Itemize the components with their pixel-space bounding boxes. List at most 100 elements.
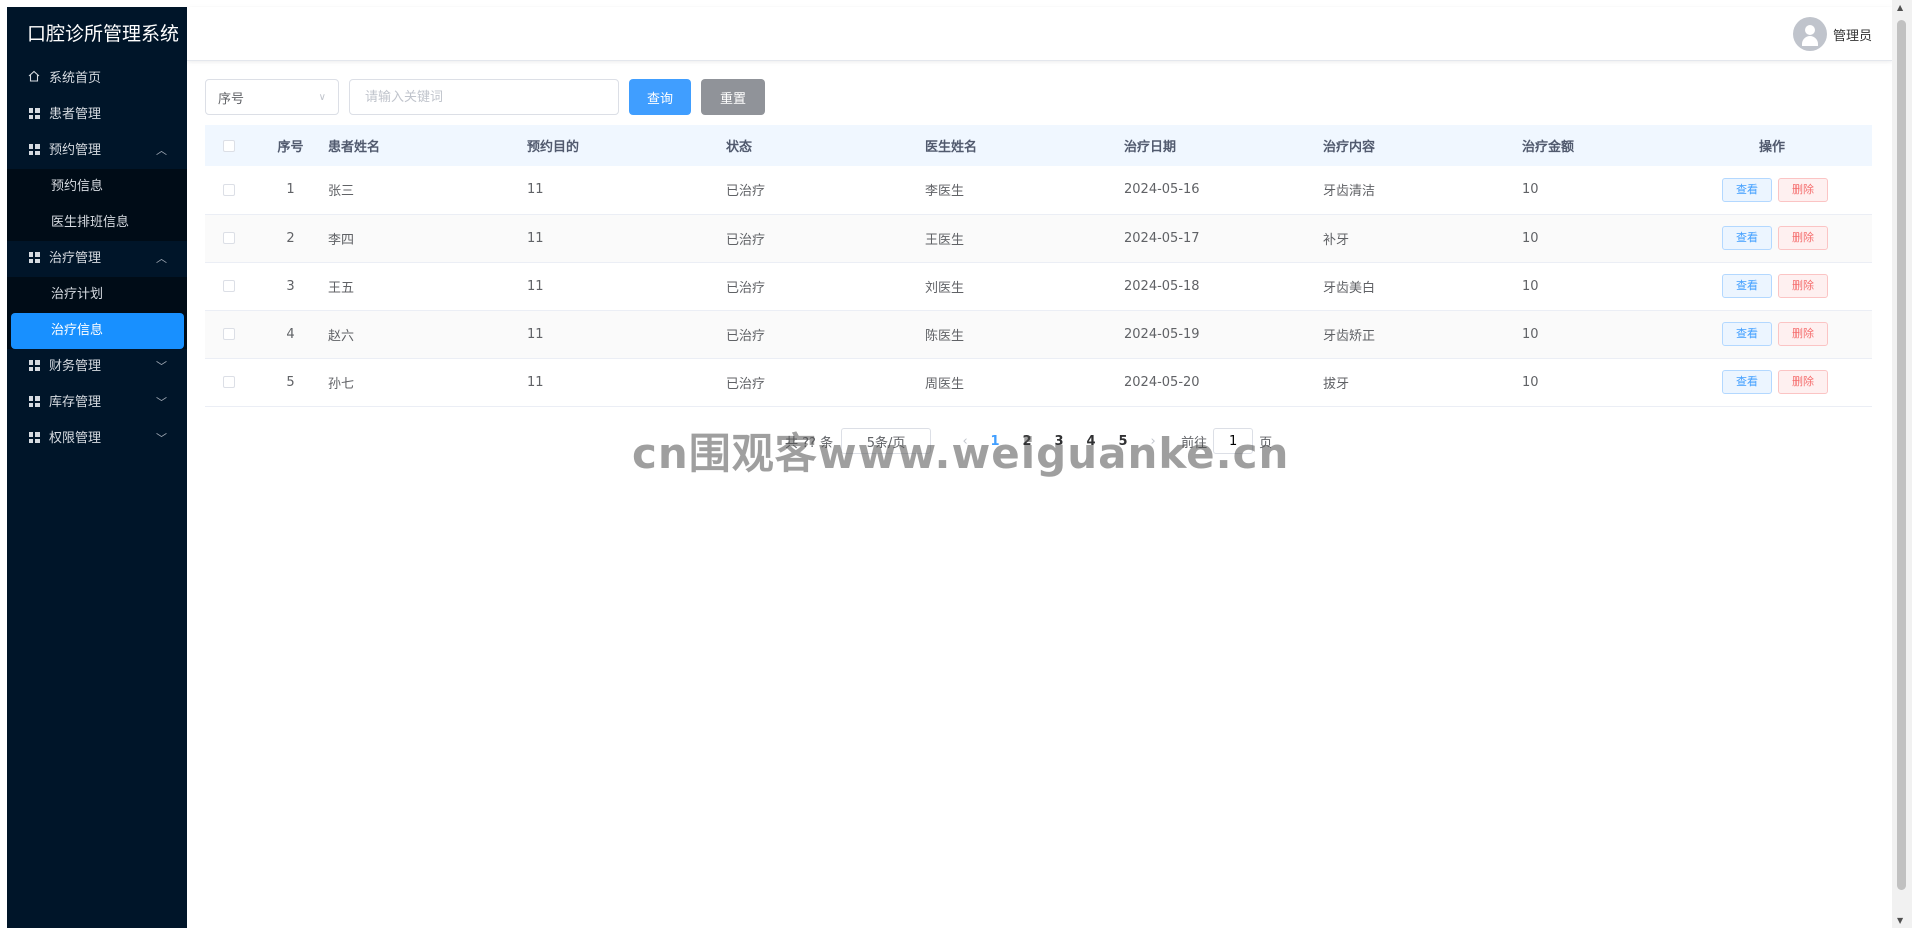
page-scrollbar[interactable]: ▲ ▼ (1892, 0, 1912, 928)
cell-purpose: 11 (527, 278, 544, 294)
select-value: 序号 (218, 91, 245, 107)
cell-doctor: 周医生 (925, 376, 965, 392)
main-content: 序号 ∨ 查询 重置 序号 患者姓名 预约目的 状态 医生姓名 治疗日期 治疗内… (205, 78, 1872, 454)
sidebar-item-label: 治疗管理 (49, 251, 102, 266)
scroll-up-icon[interactable]: ▲ (1897, 3, 1903, 12)
cell-actions: 查看 删除 (1672, 262, 1872, 310)
reset-button[interactable]: 重置 (701, 79, 765, 115)
treatment-table: 序号 患者姓名 预约目的 状态 医生姓名 治疗日期 治疗内容 治疗金额 操作 1… (205, 125, 1872, 407)
table-row: 2 李四 11 已治疗 王医生 2024-05-17 补牙 10 查看 删除 (205, 214, 1872, 262)
row-checkbox[interactable] (205, 214, 253, 262)
chevron-down-icon: ﹀ (156, 432, 167, 445)
submenu-appointments: 预约信息 医生排班信息 (7, 169, 187, 241)
cell-doctor: 陈医生 (925, 328, 965, 344)
cell-id: 1 (286, 182, 295, 198)
cell-status: 已治疗 (726, 184, 766, 200)
delete-button[interactable]: 删除 (1778, 226, 1828, 250)
sidebar-item-appointment-info[interactable]: 预约信息 (7, 169, 187, 205)
row-checkbox[interactable] (205, 310, 253, 358)
cell-actions: 查看 删除 (1672, 214, 1872, 262)
delete-button[interactable]: 删除 (1778, 322, 1828, 346)
cell-date: 2024-05-19 (1124, 326, 1200, 342)
app-title: 口腔诊所管理系统 (27, 23, 180, 45)
view-button[interactable]: 查看 (1722, 177, 1772, 202)
cell-id: 4 (286, 326, 295, 342)
cell-patient: 李四 (328, 232, 355, 248)
delete-button[interactable]: 删除 (1778, 370, 1828, 394)
column-header: 患者姓名 (328, 140, 381, 155)
view-button[interactable]: 查看 (1722, 322, 1772, 346)
cell-date: 2024-05-17 (1124, 230, 1200, 246)
sidebar-item-label: 库存管理 (49, 395, 102, 410)
cell-doctor: 刘医生 (925, 280, 965, 296)
grid-icon (27, 241, 41, 277)
cell-id: 3 (286, 278, 295, 294)
cell-doctor: 李医生 (925, 184, 965, 200)
select-all-checkbox[interactable] (205, 125, 253, 166)
cell-content: 牙齿美白 (1323, 280, 1376, 296)
cell-amount: 10 (1522, 374, 1539, 390)
sidebar-item-label: 财务管理 (49, 359, 102, 374)
view-button[interactable]: 查看 (1722, 274, 1772, 298)
grid-icon (27, 421, 41, 457)
watermark: cn围观客www.weiguanke.cn (632, 429, 1290, 478)
row-checkbox[interactable] (205, 262, 253, 310)
cell-purpose: 11 (527, 182, 544, 198)
cell-actions: 查看 删除 (1672, 310, 1872, 358)
column-header: 操作 (1758, 140, 1785, 155)
column-header: 序号 (277, 140, 304, 155)
scrollbar-thumb[interactable] (1897, 20, 1906, 890)
table-row: 4 赵六 11 已治疗 陈医生 2024-05-19 牙齿矫正 10 查看 删除 (205, 310, 1872, 358)
sidebar-item-finance[interactable]: 财务管理 ﹀ (7, 349, 187, 385)
cell-actions: 查看 删除 (1672, 358, 1872, 406)
cell-status: 已治疗 (726, 328, 766, 344)
sidebar-item-label: 系统首页 (49, 71, 102, 86)
chevron-down-icon: ∨ (318, 91, 326, 103)
delete-button[interactable]: 删除 (1778, 177, 1828, 202)
sidebar-item-treatment[interactable]: 治疗管理 ︿ (7, 241, 187, 277)
view-button[interactable]: 查看 (1722, 226, 1772, 250)
sidebar-item-appointments[interactable]: 预约管理 ︿ (7, 133, 187, 169)
view-button[interactable]: 查看 (1722, 370, 1772, 394)
cell-purpose: 11 (527, 230, 544, 246)
sidebar-item-inventory[interactable]: 库存管理 ﹀ (7, 385, 187, 421)
sidebar: 口腔诊所管理系统 系统首页 患者管理 预约管理 ︿ 预约信息 医生排班信息 治疗… (7, 7, 187, 928)
sidebar-item-home[interactable]: 系统首页 (7, 61, 187, 97)
username: 管理员 (1832, 28, 1872, 44)
delete-button[interactable]: 删除 (1778, 274, 1828, 298)
scroll-down-icon[interactable]: ▼ (1897, 916, 1903, 925)
chevron-down-icon: ﹀ (156, 360, 167, 373)
home-icon (27, 61, 41, 97)
query-button[interactable]: 查询 (629, 79, 691, 115)
row-checkbox[interactable] (205, 358, 253, 406)
cell-amount: 10 (1522, 326, 1539, 342)
column-header: 状态 (726, 140, 753, 155)
user-menu[interactable]: 管理员 (1792, 17, 1872, 51)
cell-patient: 赵六 (328, 328, 355, 344)
row-checkbox[interactable] (205, 166, 253, 214)
cell-purpose: 11 (527, 326, 544, 342)
search-field-select[interactable]: 序号 ∨ (205, 79, 339, 115)
cell-status: 已治疗 (726, 376, 766, 392)
grid-icon (27, 97, 41, 133)
sidebar-item-treatment-info[interactable]: 治疗信息 (11, 313, 184, 349)
table-row: 1 张三 11 已治疗 李医生 2024-05-16 牙齿清洁 10 查看 删除 (205, 166, 1872, 214)
window-edge (0, 0, 7, 928)
sidebar-item-treatment-plan[interactable]: 治疗计划 (7, 277, 187, 313)
submenu-treatment: 治疗计划 治疗信息 (7, 277, 187, 349)
column-header: 治疗内容 (1323, 140, 1376, 155)
chevron-down-icon: ﹀ (156, 396, 167, 409)
sidebar-item-permissions[interactable]: 权限管理 ﹀ (7, 421, 187, 457)
cell-actions: 查看 删除 (1672, 166, 1872, 214)
column-header: 医生姓名 (925, 140, 978, 155)
cell-amount: 10 (1522, 182, 1539, 198)
cell-content: 牙齿矫正 (1323, 328, 1376, 344)
chevron-up-icon: ︿ (156, 144, 167, 157)
sidebar-item-doctor-schedule[interactable]: 医生排班信息 (7, 205, 187, 241)
sidebar-item-label: 权限管理 (49, 431, 102, 446)
table-row: 5 孙七 11 已治疗 周医生 2024-05-20 拔牙 10 查看 删除 (205, 358, 1872, 406)
cell-amount: 10 (1522, 278, 1539, 294)
cell-date: 2024-05-20 (1124, 374, 1200, 390)
search-input[interactable] (349, 79, 619, 115)
sidebar-item-patients[interactable]: 患者管理 (7, 97, 187, 133)
